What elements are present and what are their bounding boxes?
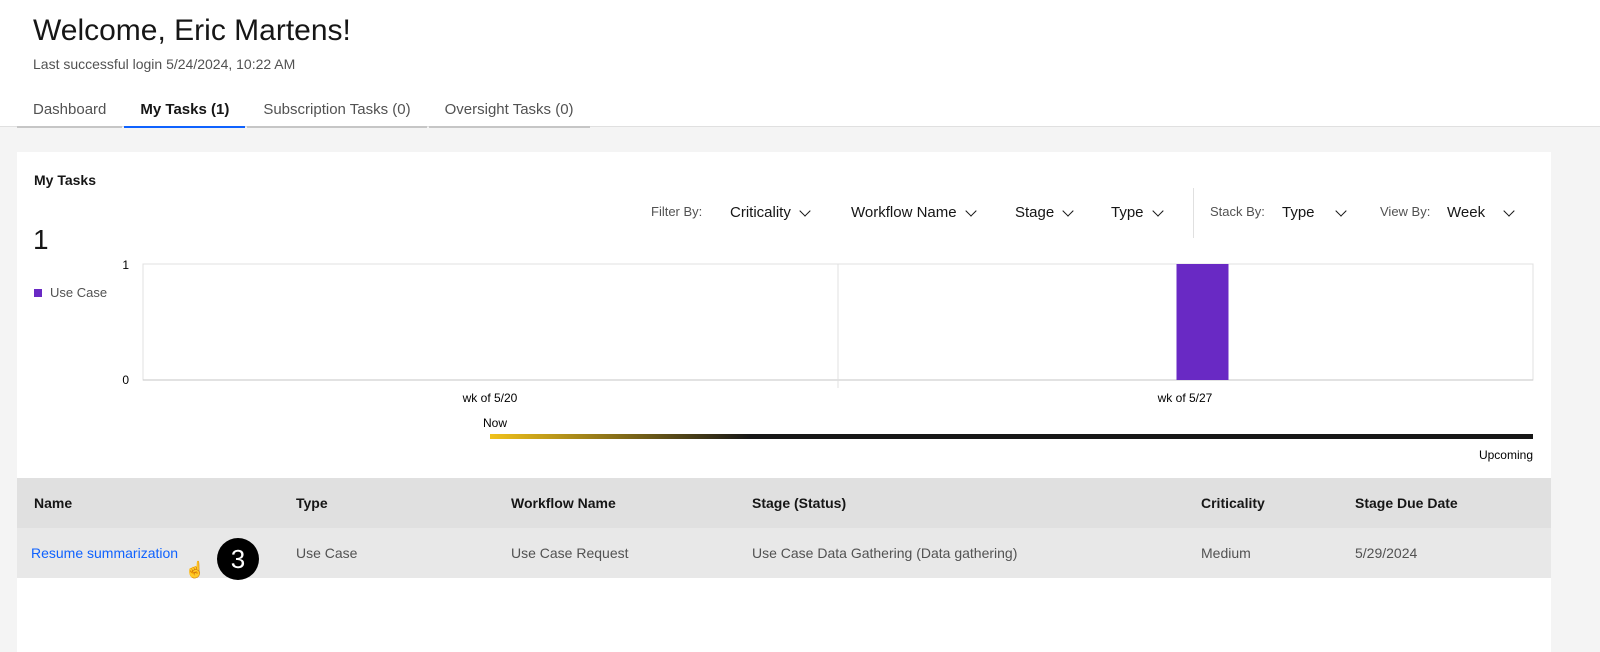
- table-row[interactable]: Resume summarization 3 ☝ Use Case Use Ca…: [17, 528, 1551, 580]
- col-stage[interactable]: Stage (Status): [752, 478, 846, 528]
- col-type[interactable]: Type: [296, 478, 328, 528]
- bar: [1176, 264, 1229, 380]
- tab-my-tasks[interactable]: My Tasks (1): [124, 92, 246, 128]
- col-criticality[interactable]: Criticality: [1201, 478, 1265, 528]
- timeline-upcoming: Upcoming: [1479, 448, 1533, 462]
- table-header: Name Type Workflow Name Stage (Status) C…: [17, 478, 1551, 528]
- timeline-now: Now: [483, 416, 507, 430]
- timeline-bar: [490, 434, 1533, 439]
- cell-criticality: Medium: [1201, 545, 1251, 561]
- tab-dashboard[interactable]: Dashboard: [17, 92, 123, 128]
- cell-stage: Use Case Data Gathering (Data gathering): [752, 545, 1018, 561]
- last-login: Last successful login 5/24/2024, 10:22 A…: [33, 56, 296, 72]
- page-header: Welcome, Eric Martens! Last successful l…: [0, 0, 1600, 128]
- col-workflow[interactable]: Workflow Name: [511, 478, 616, 528]
- step-badge: 3: [217, 538, 259, 580]
- x-tick-label: wk of 5/20: [462, 391, 518, 405]
- my-tasks-card: My Tasks 1 Use Case Filter By: Criticali…: [17, 152, 1551, 652]
- task-name-link[interactable]: Resume summarization: [31, 528, 178, 578]
- cell-workflow: Use Case Request: [511, 545, 629, 561]
- y-tick-0: 0: [122, 373, 129, 387]
- y-tick-1: 1: [122, 258, 129, 272]
- hand-cursor-icon: ☝: [185, 562, 205, 579]
- col-due-date[interactable]: Stage Due Date: [1355, 478, 1458, 528]
- col-name[interactable]: Name: [34, 478, 72, 528]
- tab-oversight-tasks[interactable]: Oversight Tasks (0): [428, 92, 590, 128]
- tab-bar: Dashboard My Tasks (1) Subscription Task…: [17, 92, 592, 128]
- cell-type: Use Case: [296, 545, 358, 561]
- tasks-chart: 1 0 wk of 5/20 wk of 5/27 Now Upcoming: [122, 258, 1534, 462]
- x-tick-label: wk of 5/27: [1157, 391, 1213, 405]
- page-title: Welcome, Eric Martens!: [33, 14, 351, 47]
- cell-due-date: 5/29/2024: [1355, 545, 1418, 561]
- tab-subscription-tasks[interactable]: Subscription Tasks (0): [247, 92, 427, 128]
